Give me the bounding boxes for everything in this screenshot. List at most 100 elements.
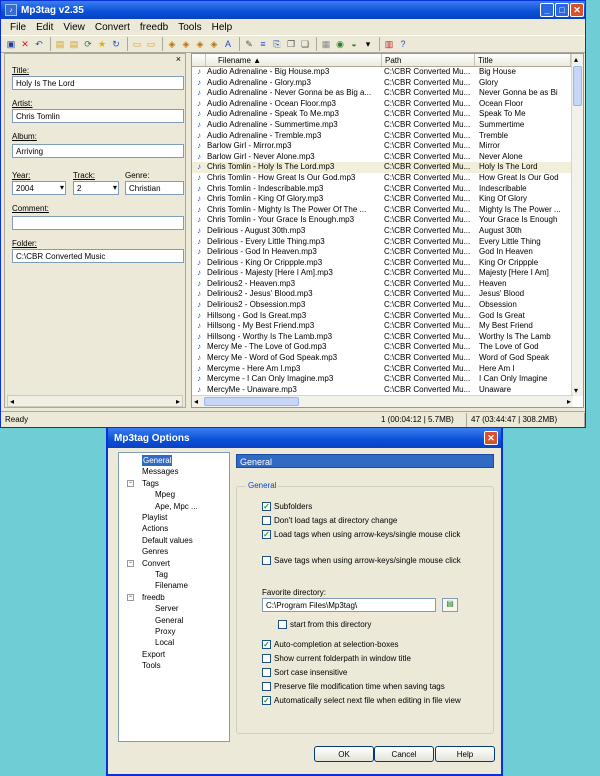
tree-item[interactable]: Server — [155, 603, 179, 614]
table-row[interactable]: ♪ Delirious - August 30th.mp3 C:\CBR Conve… — [192, 226, 583, 237]
option-checkbox[interactable]: ✓ Automatically select next file when edi… — [262, 696, 484, 705]
year-dropdown-icon[interactable]: ▾ — [60, 183, 64, 192]
scroll-up-icon[interactable]: ▴ — [574, 55, 578, 64]
collapse-icon[interactable]: − — [127, 593, 134, 601]
option-checkbox[interactable]: Save tags when using arrow-keys/single m… — [262, 556, 484, 565]
menu-tools[interactable]: Tools — [173, 22, 206, 33]
table-row[interactable]: ♪ Chris Tomlin - Indescribable.mp3 C:\CBR … — [192, 184, 583, 195]
vscroll-thumb[interactable] — [573, 66, 582, 106]
option-checkbox[interactable]: Show current folderpath in window title — [262, 654, 484, 663]
table-row[interactable]: ♪ Audio Adrenaline - Never Gonna be as Bi… — [192, 88, 583, 99]
table-row[interactable]: ♪ Barlow Girl - Mirror.mp3 C:\CBR Converte… — [192, 141, 583, 152]
year-field[interactable]: 2004 ▾ — [12, 181, 66, 195]
start-from-directory-checkbox[interactable]: start from this directory — [278, 620, 371, 629]
remove-icon[interactable]: ✕ — [19, 38, 31, 50]
actions-icon[interactable]: ▦ — [320, 38, 332, 50]
menu-edit[interactable]: Edit — [31, 22, 58, 33]
table-row[interactable]: ♪ Hillsong - God Is Great.mp3 C:\CBR Conve… — [192, 311, 583, 322]
folder-open-icon[interactable]: ▭ — [131, 38, 143, 50]
menu-help[interactable]: Help — [207, 22, 238, 33]
copy-icon[interactable]: ❐ — [285, 38, 297, 50]
tree-item[interactable]: Playlist — [142, 512, 167, 523]
table-row[interactable]: ♪ Audio Adrenaline - Big House.mp3 C:\CBR … — [192, 67, 583, 78]
options-icon[interactable]: ▥ — [383, 38, 395, 50]
column-filename[interactable]: Filename ▲ — [206, 54, 382, 66]
table-row[interactable]: ♪ Delirious2 - Jesus' Blood.mp3 C:\CBR Con… — [192, 289, 583, 300]
add-directory-icon[interactable]: ▤ — [68, 38, 80, 50]
checkbox-checked-icon[interactable]: ✓ — [262, 530, 271, 539]
checkbox-checked-icon[interactable]: ✓ — [262, 696, 271, 705]
scroll-right-icon[interactable]: ▸ — [567, 397, 571, 406]
table-row[interactable]: ♪ Audio Adrenaline - Speak To Me.mp3 C:\CB… — [192, 109, 583, 120]
tree-item[interactable]: Default values — [142, 535, 193, 546]
tree-item[interactable]: General — [155, 615, 183, 626]
change-directory-icon[interactable]: ▤ — [54, 38, 66, 50]
option-checkbox[interactable]: ✓ Auto-completion at selection-boxes — [262, 640, 484, 649]
genre-field[interactable]: Christian — [125, 181, 184, 195]
web-sources-icon[interactable]: ◒ — [348, 38, 360, 50]
table-row[interactable]: ♪ Audio Adrenaline - Tremble.mp3 C:\CBR Co… — [192, 131, 583, 142]
tree-item[interactable]: Ape, Mpc ... — [155, 501, 198, 512]
option-checkbox[interactable]: Sort case insensitive — [262, 668, 484, 677]
menu-convert[interactable]: Convert — [90, 22, 135, 33]
table-row[interactable]: ♪ Mercy Me - Word of God Speak.mp3 C:\CBR … — [192, 353, 583, 364]
column-title[interactable]: Title — [475, 54, 571, 66]
tree-item[interactable]: Tags — [142, 478, 159, 489]
file-list-hscrollbar[interactable]: ◂ ▸ — [192, 395, 573, 407]
checkbox-box[interactable] — [262, 516, 271, 525]
table-row[interactable]: ♪ Mercy Me - The Love of God.mp3 C:\CBR Co… — [192, 342, 583, 353]
tree-item[interactable]: Local — [155, 637, 174, 648]
export-icon[interactable]: ⎘ — [271, 38, 283, 50]
table-row[interactable]: ♪ Mercyme - I Can Only Imagine.mp3 C:\CBR … — [192, 374, 583, 385]
table-row[interactable]: ♪ Delirious - Majesty [Here I Am].mp3 C:\C… — [192, 268, 583, 279]
scroll-right-icon[interactable]: ▸ — [176, 397, 180, 406]
checkbox-box[interactable] — [262, 556, 271, 565]
favorite-directory-field[interactable]: C:\Program Files\Mp3tag\ — [262, 598, 436, 612]
table-row[interactable]: ♪ Barlow Girl - Never Alone.mp3 C:\CBR Con… — [192, 152, 583, 163]
tree-item[interactable]: freedb — [142, 592, 165, 603]
checkbox-box[interactable] — [278, 620, 287, 629]
table-row[interactable]: ♪ Delirious - King Or Crippple.mp3 C:\CBR … — [192, 258, 583, 269]
table-row[interactable]: ♪ Mercyme - Here Am I.mp3 C:\CBR Converted… — [192, 364, 583, 375]
options-title-bar[interactable]: Mp3tag Options ✕ — [108, 428, 501, 448]
table-row[interactable]: ♪ Audio Adrenaline - Summertime.mp3 C:\CBR… — [192, 120, 583, 131]
table-row[interactable]: ♪ Hillsong - Worthy Is The Lamb.mp3 C:\CBR… — [192, 332, 583, 343]
options-close-button[interactable]: ✕ — [484, 431, 498, 445]
tree-item[interactable]: Actions — [142, 523, 168, 534]
table-row[interactable]: ♪ Audio Adrenaline - Ocean Floor.mp3 C:\CB… — [192, 99, 583, 110]
option-checkbox[interactable]: ✓ Subfolders — [262, 502, 484, 511]
tree-item[interactable]: Filename — [155, 580, 188, 591]
cancel-button[interactable]: Cancel — [374, 746, 434, 762]
tree-item[interactable]: Tag — [155, 569, 168, 580]
file-list-vscrollbar[interactable]: ▴ ▾ — [571, 54, 583, 396]
paste-icon[interactable]: ❏ — [299, 38, 311, 50]
menu-freedb[interactable]: freedb — [135, 22, 173, 33]
tree-item[interactable]: Mpeg — [155, 489, 175, 500]
table-row[interactable]: ♪ Delirious - Every Little Thing.mp3 C:\CB… — [192, 237, 583, 248]
table-row[interactable]: ♪ Delirious2 - Obsession.mp3 C:\CBR Conver… — [192, 300, 583, 311]
freedb-icon[interactable]: ◉ — [334, 38, 346, 50]
tag-filename-icon[interactable]: ◈ — [166, 38, 178, 50]
tree-item[interactable]: Convert — [142, 558, 170, 569]
album-field[interactable]: Arriving — [12, 144, 184, 158]
option-checkbox[interactable]: Don't load tags at directory change — [262, 516, 484, 525]
filename-tag-icon[interactable]: ◈ — [180, 38, 192, 50]
checkbox-box[interactable] — [262, 668, 271, 677]
table-row[interactable]: ♪ Delirious2 - Heaven.mp3 C:\CBR Converted… — [192, 279, 583, 290]
artist-field[interactable]: Chris Tomlin — [12, 109, 184, 123]
table-row[interactable]: ♪ Hillsong - My Best Friend.mp3 C:\CBR Con… — [192, 321, 583, 332]
tag-panel-hscrollbar[interactable]: ◂ ▸ — [7, 395, 183, 407]
checkbox-checked-icon[interactable]: ✓ — [262, 640, 271, 649]
track-field[interactable]: 2 ▾ — [73, 181, 119, 195]
tree-item[interactable]: Export — [142, 649, 165, 660]
playlist-icon[interactable]: ≡ — [257, 38, 269, 50]
favorite-icon[interactable]: ★ — [96, 38, 108, 50]
table-row[interactable]: ♪ Chris Tomlin - Holy Is The Lord.mp3 C:\C… — [192, 162, 583, 173]
scroll-left-icon[interactable]: ◂ — [194, 397, 198, 406]
text-tag-icon[interactable]: ◈ — [194, 38, 206, 50]
collapse-icon[interactable]: − — [127, 479, 134, 487]
scroll-down-icon[interactable]: ▾ — [574, 386, 578, 395]
save-icon[interactable]: ▣ — [5, 38, 17, 50]
folder-icon[interactable]: ▭ — [145, 38, 157, 50]
scroll-left-icon[interactable]: ◂ — [10, 397, 14, 406]
